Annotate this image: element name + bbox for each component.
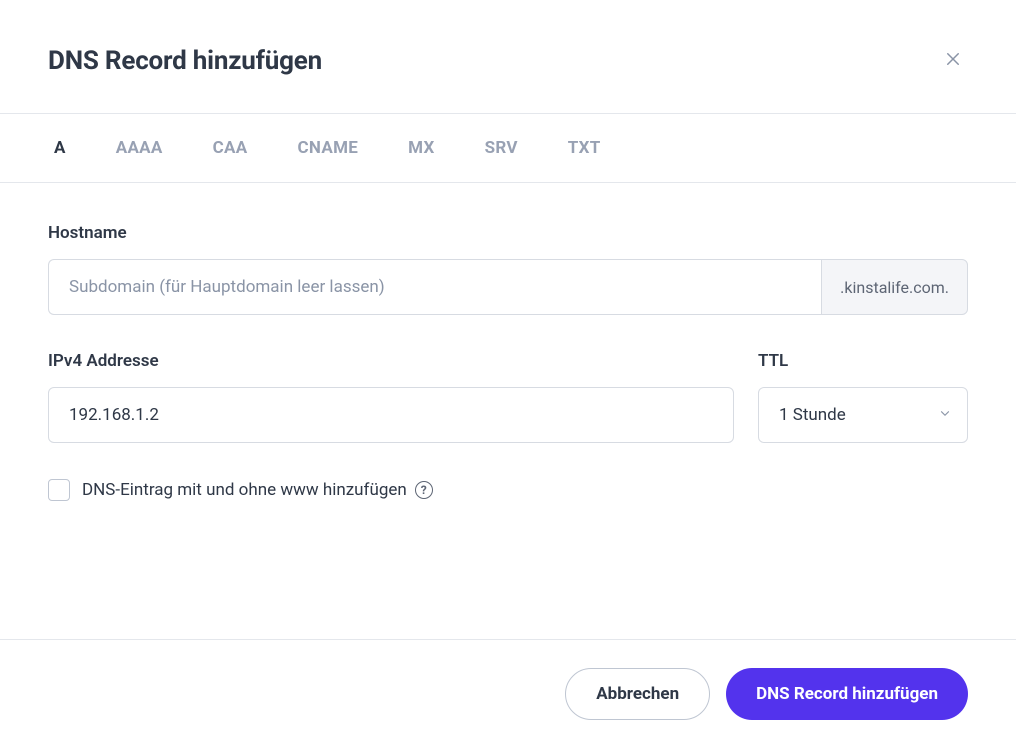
- tab-caa[interactable]: CAA: [207, 114, 254, 182]
- hostname-input[interactable]: [48, 259, 821, 315]
- tab-aaaa[interactable]: AAAA: [110, 114, 169, 182]
- ttl-group: TTL 1 Stunde: [758, 351, 968, 443]
- hostname-label: Hostname: [48, 223, 968, 243]
- help-icon[interactable]: ?: [415, 481, 433, 499]
- ipv4-input[interactable]: [48, 387, 734, 443]
- hostname-group: Hostname .kinstalife.com.: [48, 223, 968, 315]
- ttl-select[interactable]: 1 Stunde: [758, 387, 968, 443]
- ttl-selected-value: 1 Stunde: [779, 405, 846, 425]
- form-body: Hostname .kinstalife.com. IPv4 Addresse …: [0, 183, 1016, 521]
- www-checkbox-label: DNS-Eintrag mit und ohne www hinzufügen …: [82, 480, 433, 500]
- close-button[interactable]: [938, 44, 968, 77]
- modal-header: DNS Record hinzufügen: [0, 0, 1016, 113]
- tab-srv[interactable]: SRV: [479, 114, 524, 182]
- close-icon: [944, 50, 962, 71]
- hostname-input-group: .kinstalife.com.: [48, 259, 968, 315]
- ttl-label: TTL: [758, 351, 968, 371]
- tab-a[interactable]: A: [48, 114, 72, 182]
- tab-txt[interactable]: TXT: [562, 114, 607, 182]
- cancel-button[interactable]: Abbrechen: [565, 668, 710, 720]
- tabs-container: A AAAA CAA CNAME MX SRV TXT: [0, 113, 1016, 183]
- tab-cname[interactable]: CNAME: [292, 114, 365, 182]
- record-type-tabs: A AAAA CAA CNAME MX SRV TXT: [0, 114, 1016, 182]
- modal-title: DNS Record hinzufügen: [48, 46, 322, 76]
- ipv4-group: IPv4 Addresse: [48, 351, 734, 443]
- www-checkbox[interactable]: [48, 479, 70, 501]
- hostname-domain-suffix: .kinstalife.com.: [821, 259, 968, 315]
- tab-mx[interactable]: MX: [402, 114, 440, 182]
- modal-footer: Abbrechen DNS Record hinzufügen: [0, 639, 1016, 748]
- www-checkbox-row: DNS-Eintrag mit und ohne www hinzufügen …: [48, 479, 968, 501]
- submit-button[interactable]: DNS Record hinzufügen: [726, 668, 968, 720]
- ipv4-label: IPv4 Addresse: [48, 351, 734, 371]
